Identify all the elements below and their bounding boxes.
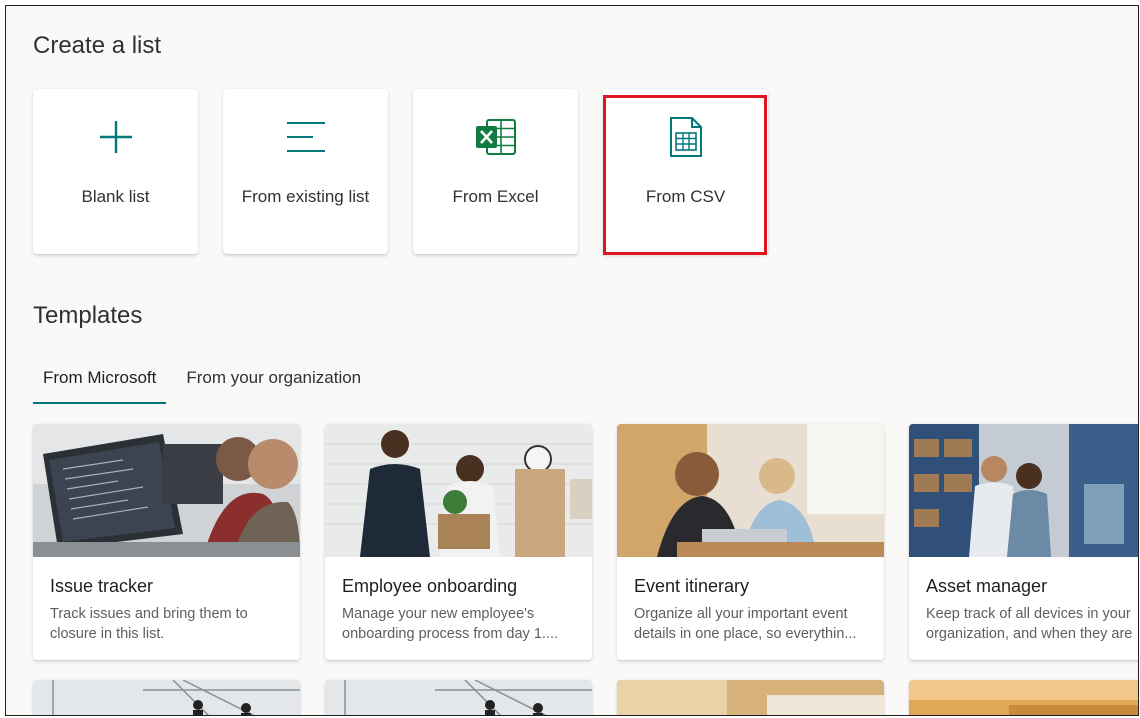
template-card-row2-1[interactable] <box>33 680 300 715</box>
asset-manager-image <box>909 424 1138 557</box>
plus-icon <box>33 117 198 157</box>
template-row2-2-image <box>325 680 592 715</box>
create-list-heading: Create a list <box>33 32 162 59</box>
template-card-employee-onboarding[interactable]: Employee onboarding Manage your new empl… <box>325 424 592 660</box>
create-list-panel: Create a list Blank list From existing l… <box>5 5 1139 716</box>
excel-icon <box>413 117 578 157</box>
template-card-asset-manager[interactable]: Asset manager Keep track of all devices … <box>909 424 1138 660</box>
template-row2-1-image <box>33 680 300 715</box>
csv-file-icon <box>603 117 768 157</box>
templates-tabs: From Microsoft From your organization <box>33 364 371 404</box>
from-existing-list-label: From existing list <box>241 187 370 206</box>
from-csv-button[interactable]: From CSV <box>603 89 768 254</box>
employee-onboarding-title: Employee onboarding <box>342 576 518 596</box>
event-itinerary-image <box>617 424 884 557</box>
issue-tracker-title: Issue tracker <box>50 576 154 596</box>
template-card-row2-2[interactable] <box>325 680 592 715</box>
tab-from-your-organization[interactable]: From your organization <box>176 364 371 404</box>
event-itinerary-description: Organize all your important event detail… <box>634 606 857 642</box>
blank-list-label: Blank list <box>81 187 150 206</box>
issue-tracker-description: Track issues and bring them to closure i… <box>50 606 248 642</box>
templates-heading: Templates <box>33 302 143 329</box>
template-card-row2-4[interactable] <box>909 680 1138 715</box>
employee-onboarding-image <box>325 424 592 557</box>
template-card-event-itinerary[interactable]: Event itinerary Organize all your import… <box>617 424 884 660</box>
template-card-issue-tracker[interactable]: Issue tracker Track issues and bring the… <box>33 424 300 660</box>
template-card-row2-3[interactable] <box>617 680 884 715</box>
blank-list-button[interactable]: Blank list <box>33 89 198 254</box>
asset-manager-title: Asset manager <box>926 576 1048 596</box>
from-csv-label: From CSV <box>645 187 726 206</box>
from-excel-label: From Excel <box>452 187 539 206</box>
template-row2-4-image <box>909 680 1138 715</box>
employee-onboarding-description: Manage your new employee's onboarding pr… <box>342 606 559 642</box>
asset-manager-description: Keep track of all devices in your organi… <box>926 606 1133 642</box>
tab-from-microsoft[interactable]: From Microsoft <box>33 364 167 404</box>
list-lines-icon <box>223 117 388 157</box>
event-itinerary-title: Event itinerary <box>634 576 750 596</box>
issue-tracker-image <box>33 424 300 557</box>
from-existing-list-button[interactable]: From existing list <box>223 89 388 254</box>
from-excel-button[interactable]: From Excel <box>413 89 578 254</box>
template-row2-3-image <box>617 680 884 715</box>
